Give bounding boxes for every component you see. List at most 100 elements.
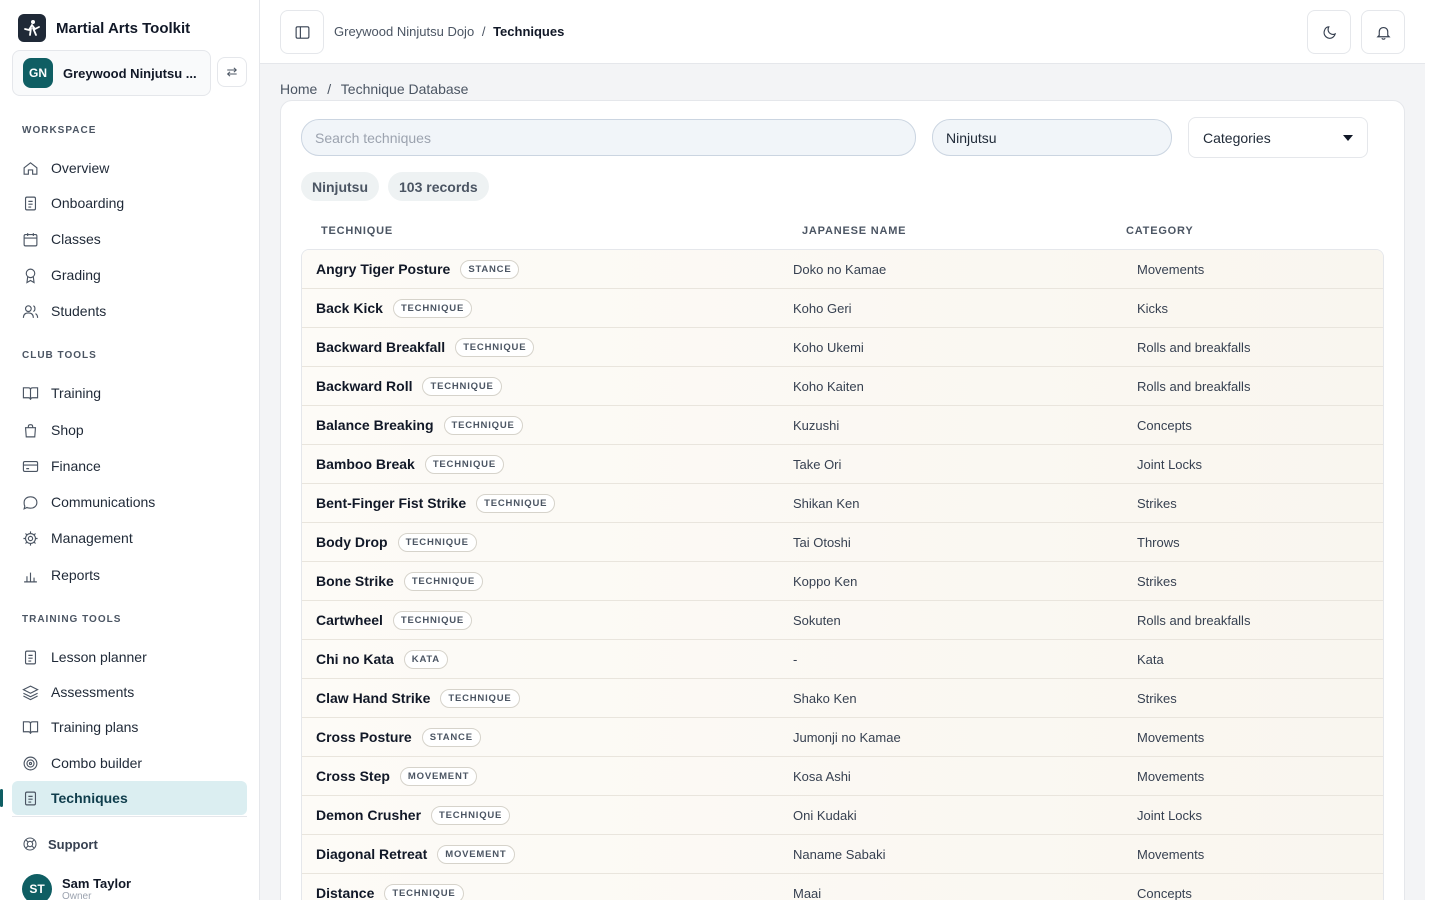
technique-name[interactable]: Bent-Finger Fist Strike — [316, 495, 466, 511]
table-row[interactable]: Angry Tiger Posture STANCE Doko no Kamae Mo… — [302, 250, 1383, 289]
japanese-name-cell: Koho Kaiten — [793, 378, 864, 394]
sidebar-item-label: Combo builder — [51, 755, 143, 771]
technique-name[interactable]: Distance — [316, 885, 374, 900]
technique-type-badge: TECHNIQUE — [403, 571, 483, 591]
table-row[interactable]: Demon Crusher TECHNIQUE Oni Kudaki Joint Lo… — [302, 796, 1383, 835]
category-cell: Concepts — [1137, 885, 1192, 900]
table-row[interactable]: Chi no Kata KATA - Kata — [302, 640, 1383, 679]
category-cell: Kicks — [1137, 300, 1169, 316]
breadcrumb-home[interactable]: Home — [280, 81, 317, 97]
active-indicator — [0, 789, 3, 807]
category-cell: Movements — [1137, 729, 1205, 745]
breadcrumb-separator: / — [327, 81, 332, 97]
table-row[interactable]: Backward Roll TECHNIQUE Koho Kaiten Rolls a… — [302, 367, 1383, 406]
toggle-sidebar-button[interactable] — [280, 10, 324, 54]
category-select[interactable]: Categories — [1188, 117, 1368, 158]
technique-type-badge: TECHNIQUE — [431, 805, 511, 825]
table-row[interactable]: Bone Strike TECHNIQUE Koppo Ken Strikes — [302, 562, 1383, 601]
japanese-name-cell: Naname Sabaki — [793, 846, 886, 862]
technique-cell: Balance Breaking TECHNIQUE — [316, 406, 523, 444]
club-selector[interactable]: GN Greywood Ninjutsu ... — [12, 50, 211, 96]
sidebar-item-lesson-planner[interactable]: Lesson planner — [12, 640, 247, 674]
technique-name[interactable]: Bone Strike — [316, 573, 394, 589]
table-row[interactable]: Cross Step MOVEMENT Kosa Ashi Movements — [302, 757, 1383, 796]
theme-toggle-button[interactable] — [1307, 10, 1351, 54]
table-row[interactable]: Backward Breakfall TECHNIQUE Koho Ukemi Rol… — [302, 328, 1383, 367]
sidebar-item-training-plans[interactable]: Training plans — [12, 710, 247, 744]
brand[interactable]: Martial Arts Toolkit — [18, 14, 190, 42]
sidebar-item-training[interactable]: Training — [12, 376, 247, 410]
sidebar-item-finance[interactable]: Finance — [12, 449, 247, 483]
technique-name[interactable]: Body Drop — [316, 534, 388, 550]
category-cell: Kata — [1137, 651, 1164, 667]
style-chip: Ninjutsu — [301, 172, 379, 201]
technique-name[interactable]: Backward Roll — [316, 378, 412, 394]
sidebar-item-students[interactable]: Students — [12, 294, 247, 328]
table-row[interactable]: Cartwheel TECHNIQUE Sokuten Rolls and break… — [302, 601, 1383, 640]
table-row[interactable]: Balance Breaking TECHNIQUE Kuzushi Concepts — [302, 406, 1383, 445]
technique-cell: Angry Tiger Posture STANCE — [316, 250, 520, 288]
notifications-button[interactable] — [1361, 10, 1405, 54]
sidebar-item-grading[interactable]: Grading — [12, 258, 247, 292]
table-row[interactable]: Back Kick TECHNIQUE Koho Geri Kicks — [302, 289, 1383, 328]
table-row[interactable]: Body Drop TECHNIQUE Tai Otoshi Throws — [302, 523, 1383, 562]
clipboard-icon — [24, 791, 37, 805]
technique-type-badge: TECHNIQUE — [455, 337, 535, 357]
book-icon — [22, 720, 39, 734]
technique-cell: Bone Strike TECHNIQUE — [316, 562, 483, 600]
technique-name[interactable]: Chi no Kata — [316, 651, 394, 667]
technique-name[interactable]: Backward Breakfall — [316, 339, 445, 355]
header-crumb-club[interactable]: Greywood Ninjutsu Dojo — [334, 24, 474, 39]
technique-name[interactable]: Diagonal Retreat — [316, 846, 427, 862]
sidebar-item-reports[interactable]: Reports — [12, 558, 247, 592]
support-link[interactable]: Support — [22, 836, 98, 852]
sidebar-item-communications[interactable]: Communications — [12, 485, 247, 519]
technique-name[interactable]: Bamboo Break — [316, 456, 415, 472]
header-crumb-separator: / — [481, 24, 486, 39]
user-profile[interactable]: ST Sam Taylor Owner — [22, 874, 131, 900]
sidebar-item-techniques[interactable]: Techniques — [12, 781, 247, 815]
table-row[interactable]: Distance TECHNIQUE Maai Concepts — [302, 874, 1383, 900]
column-header-japanese-name[interactable]: JAPANESE NAME — [802, 225, 906, 237]
sidebar-item-management[interactable]: Management — [12, 521, 247, 555]
japanese-name-cell: Oni Kudaki — [793, 807, 857, 823]
sidebar-item-assessments[interactable]: Assessments — [12, 675, 247, 709]
sidebar-item-overview[interactable]: Overview — [12, 151, 247, 185]
gear-icon — [23, 530, 38, 546]
table-row[interactable]: Bamboo Break TECHNIQUE Take Ori Joint Locks — [302, 445, 1383, 484]
table-row[interactable]: Claw Hand Strike TECHNIQUE Shako Ken Strike… — [302, 679, 1383, 718]
technique-name[interactable]: Claw Hand Strike — [316, 690, 430, 706]
category-cell: Joint Locks — [1137, 807, 1203, 823]
table-row[interactable]: Bent-Finger Fist Strike TECHNIQUE Shikan K… — [302, 484, 1383, 523]
technique-cell: Back Kick TECHNIQUE — [316, 289, 473, 327]
divider — [12, 816, 247, 817]
switch-club-button[interactable]: ⇄ — [217, 57, 247, 87]
sidebar-item-combo-builder[interactable]: Combo builder — [12, 746, 247, 780]
technique-type-badge: TECHNIQUE — [392, 610, 473, 630]
column-header-category[interactable]: CATEGORY — [1126, 225, 1194, 237]
user-role: Owner — [62, 891, 92, 900]
technique-cell: Bamboo Break TECHNIQUE — [316, 445, 504, 483]
technique-name[interactable]: Cartwheel — [316, 612, 383, 628]
search-input[interactable] — [301, 119, 916, 156]
sidebar-item-classes[interactable]: Classes — [12, 222, 247, 256]
japanese-name-cell: Maai — [793, 885, 822, 900]
sidebar-item-onboarding[interactable]: Onboarding — [12, 186, 247, 220]
sidebar-item-shop[interactable]: Shop — [12, 413, 247, 447]
category-cell: Strikes — [1137, 690, 1177, 706]
style-filter-input[interactable] — [932, 119, 1172, 156]
sidebar-item-label: Techniques — [51, 790, 128, 806]
technique-name[interactable]: Back Kick — [316, 300, 383, 316]
user-name: Sam Taylor — [62, 876, 132, 891]
technique-name[interactable]: Cross Step — [316, 768, 390, 784]
technique-name[interactable]: Balance Breaking — [316, 417, 434, 433]
technique-cell: Body Drop TECHNIQUE — [316, 523, 477, 561]
technique-name[interactable]: Demon Crusher — [316, 807, 421, 823]
column-header-technique[interactable]: TECHNIQUE — [321, 225, 393, 237]
table-row[interactable]: Diagonal Retreat MOVEMENT Naname Sabaki Mov… — [302, 835, 1383, 874]
technique-name[interactable]: Cross Posture — [316, 729, 412, 745]
technique-name[interactable]: Angry Tiger Posture — [316, 261, 450, 277]
table-row[interactable]: Cross Posture STANCE Jumonji no Kamae Movem… — [302, 718, 1383, 757]
sidebar-item-label: Classes — [51, 231, 101, 247]
sidebar-toggle-icon — [295, 25, 309, 39]
